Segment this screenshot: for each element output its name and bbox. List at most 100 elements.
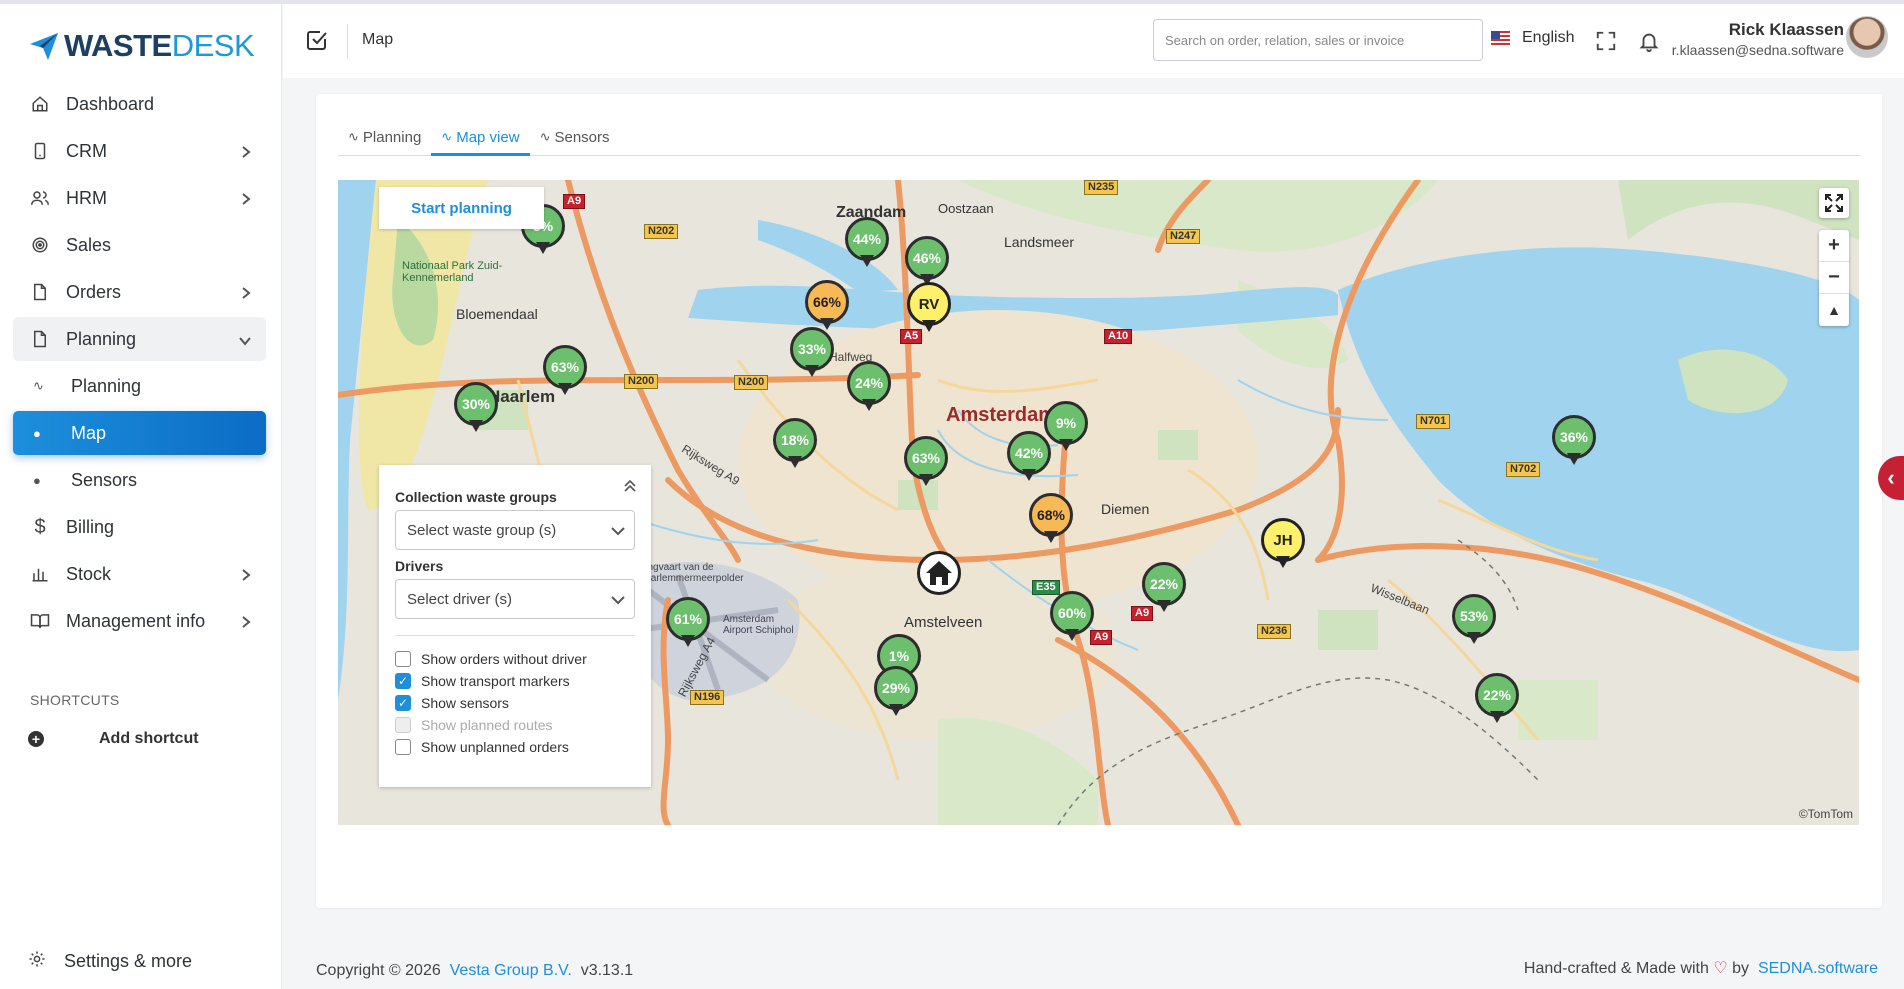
logo[interactable]: WASTEDESK xyxy=(28,28,255,64)
zoom-out-button[interactable]: − xyxy=(1819,262,1849,294)
search-input[interactable] xyxy=(1153,19,1483,61)
sedna-link[interactable]: SEDNA.software xyxy=(1758,960,1878,977)
zoom-controls: + − ▲ xyxy=(1819,230,1849,326)
map-canvas[interactable]: Amsterdam Zaandam Oostzaan Landsmeer Blo… xyxy=(338,180,1859,825)
top-header: Map English Rick Klaassen r.klaassen@sed… xyxy=(283,4,1904,78)
zoom-in-button[interactable]: + xyxy=(1819,230,1849,262)
map-label-airport: Amsterdam Airport Schiphol xyxy=(723,614,794,636)
map-label-town: Landsmeer xyxy=(1004,234,1075,250)
chevron-right-icon xyxy=(240,190,252,211)
sidebar: WASTEDESK Dashboard CRM HRM Sales Orders… xyxy=(0,4,282,989)
sidebar-item-sales[interactable]: Sales xyxy=(13,223,266,267)
sensor-marker[interactable]: 63% xyxy=(543,345,587,397)
chevron-down-icon xyxy=(611,527,625,536)
chevron-right-icon xyxy=(240,284,252,305)
marker-tip xyxy=(469,420,483,432)
checkbox[interactable] xyxy=(395,651,411,667)
sidebar-item-label: Stock xyxy=(66,563,112,584)
map-label-town: Amstelveen xyxy=(904,614,983,631)
checkbox-unplanned-orders[interactable]: Show unplanned orders xyxy=(395,736,635,758)
sensor-marker[interactable]: 63% xyxy=(904,436,948,488)
us-flag-icon xyxy=(1491,31,1510,45)
sensor-marker[interactable]: 66% xyxy=(805,280,849,332)
dollar-icon: $ xyxy=(34,515,46,538)
sensor-marker[interactable]: 24% xyxy=(847,361,891,413)
driver-select[interactable]: Select driver (s) xyxy=(395,579,635,619)
map-fullscreen-button[interactable] xyxy=(1819,188,1849,218)
avatar[interactable] xyxy=(1846,16,1888,58)
main-card: ∿ Planning ∿ Map view ∿ Sensors Amsterda… xyxy=(316,94,1882,908)
sensor-marker[interactable]: 33% xyxy=(790,327,834,379)
user-email: r.klaassen@sedna.software xyxy=(1671,42,1844,58)
sensor-marker[interactable]: 18% xyxy=(773,418,817,470)
tab-sensors[interactable]: ∿ Sensors xyxy=(530,124,620,156)
language-selector[interactable]: English xyxy=(1491,29,1574,47)
checkbox-icon[interactable] xyxy=(305,28,329,52)
sidebar-item-orders[interactable]: Orders xyxy=(13,270,266,314)
sensor-marker[interactable]: 29% xyxy=(874,666,918,718)
sidebar-item-stock[interactable]: Stock xyxy=(13,552,266,596)
collapse-icon[interactable] xyxy=(623,479,637,496)
marker-tip xyxy=(1567,453,1581,465)
waste-group-select[interactable]: Select waste group (s) xyxy=(395,510,635,550)
checkbox-transport-markers[interactable]: ✓ Show transport markers xyxy=(395,670,635,692)
sidebar-item-dashboard[interactable]: Dashboard xyxy=(13,82,266,126)
marker-tip xyxy=(1157,600,1171,612)
checkbox-planned-routes: Show planned routes xyxy=(395,714,635,736)
tab-label: Map view xyxy=(456,129,520,146)
footer-credits: Hand-crafted & Made with ♡ by SEDNA.soft… xyxy=(1524,958,1878,978)
sensor-marker[interactable]: 61% xyxy=(666,597,710,649)
chevron-right-icon xyxy=(240,566,252,587)
sidebar-subitem-map[interactable]: ● Map xyxy=(13,411,266,455)
activity-icon: ∿ xyxy=(348,129,359,144)
driver-marker[interactable]: JH xyxy=(1261,518,1305,570)
expand-icon xyxy=(1825,194,1843,212)
sidebar-subitem-sensors[interactable]: ● Sensors xyxy=(13,458,266,502)
start-planning-button[interactable]: Start planning xyxy=(379,187,544,229)
checkbox[interactable] xyxy=(395,739,411,755)
sidebar-item-crm[interactable]: CRM xyxy=(13,129,266,173)
sensor-marker[interactable]: 46% xyxy=(905,236,949,288)
sidebar-subitem-planning[interactable]: ∿ Planning xyxy=(13,364,266,408)
bell-icon[interactable] xyxy=(1638,30,1660,52)
sidebar-item-hrm[interactable]: HRM xyxy=(13,176,266,220)
sidebar-item-billing[interactable]: $ Billing xyxy=(13,505,266,549)
sensor-marker[interactable]: 22% xyxy=(1475,673,1519,725)
sidebar-item-planning[interactable]: Planning xyxy=(13,317,266,361)
tab-planning[interactable]: ∿ Planning xyxy=(338,124,431,156)
sensor-marker[interactable]: 60% xyxy=(1050,591,1094,643)
marker-tip xyxy=(1490,711,1504,723)
fullscreen-icon[interactable] xyxy=(1595,30,1617,52)
checkbox-label: Show unplanned orders xyxy=(421,739,569,755)
settings-button[interactable]: Settings & more xyxy=(28,950,192,973)
filter-panel: Collection waste groups Select waste gro… xyxy=(379,465,651,787)
sensor-marker[interactable]: 68% xyxy=(1029,493,1073,545)
sensor-marker[interactable]: 36% xyxy=(1552,415,1596,467)
page-title: Map xyxy=(362,31,394,48)
sensor-marker[interactable]: 9% xyxy=(1044,401,1088,453)
settings-label: Settings & more xyxy=(64,951,193,971)
compass-button[interactable]: ▲ xyxy=(1819,294,1849,326)
checkbox-label: Show transport markers xyxy=(421,673,570,689)
sidebar-item-management-info[interactable]: Management info xyxy=(13,599,266,643)
sidebar-item-label: Sales xyxy=(66,234,112,255)
sensor-marker[interactable]: 53% xyxy=(1452,594,1496,646)
file-icon xyxy=(29,328,51,350)
checkbox-orders-without-driver[interactable]: Show orders without driver xyxy=(395,648,635,670)
add-shortcut-button[interactable]: + Add shortcut xyxy=(28,730,199,748)
marker-tip xyxy=(1065,629,1079,641)
checkbox-checked[interactable]: ✓ xyxy=(395,695,411,711)
depot-marker[interactable] xyxy=(917,551,961,595)
checkbox-sensors[interactable]: ✓ Show sensors xyxy=(395,692,635,714)
road-shield: N202 xyxy=(644,224,679,239)
user-name: Rick Klaassen xyxy=(1728,20,1844,39)
road-shield: N200 xyxy=(624,374,659,389)
file-icon xyxy=(29,281,51,303)
sensor-marker[interactable]: 22% xyxy=(1142,562,1186,614)
checkbox-checked[interactable]: ✓ xyxy=(395,673,411,689)
sensor-marker[interactable]: 44% xyxy=(845,217,889,269)
company-link[interactable]: Vesta Group B.V. xyxy=(450,962,572,979)
driver-marker[interactable]: RV xyxy=(907,282,951,334)
tab-map-view[interactable]: ∿ Map view xyxy=(431,124,530,156)
sensor-marker[interactable]: 30% xyxy=(454,382,498,434)
